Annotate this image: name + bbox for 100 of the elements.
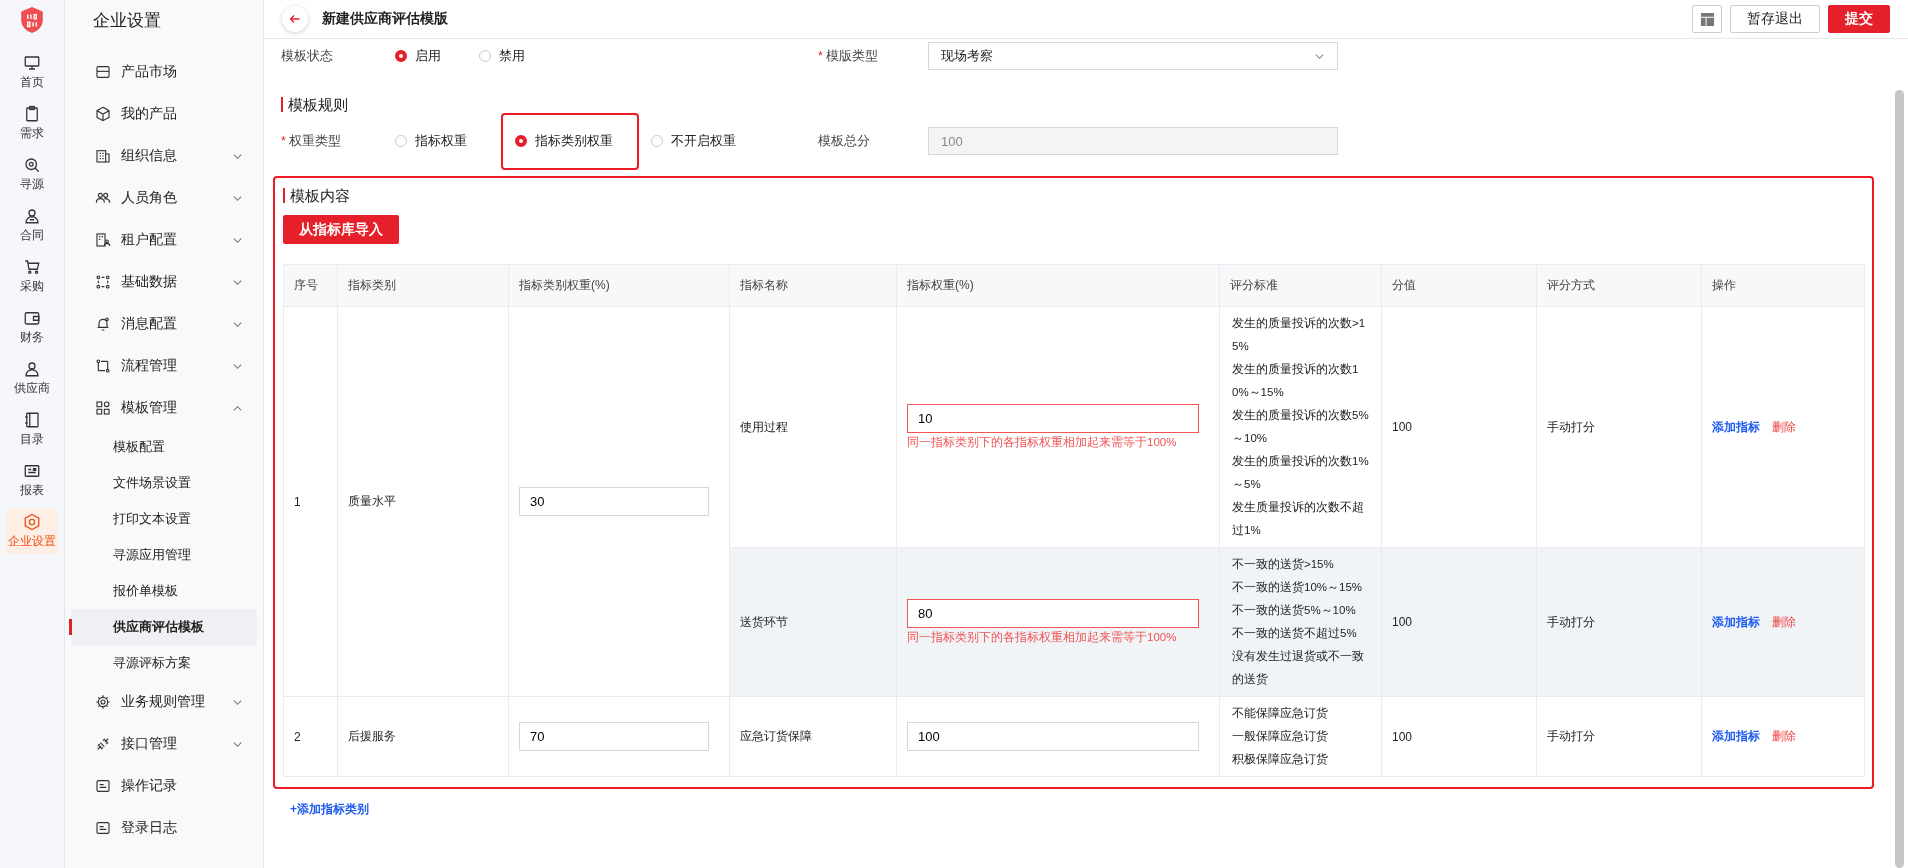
sidebar-subitem[interactable]: 寻源评标方案: [71, 645, 257, 681]
column-header: 评分标准: [1219, 264, 1382, 307]
column-header: 序号: [283, 264, 338, 307]
import-button[interactable]: 从指标库导入: [283, 215, 399, 244]
sidebar-subitem[interactable]: 文件场景设置: [71, 465, 257, 501]
store-icon: [95, 64, 111, 80]
hexagon-icon: [23, 513, 41, 531]
column-header: 分值: [1381, 264, 1537, 307]
criterion-text: 积极保障应急订货: [1232, 752, 1329, 767]
person-icon: [23, 360, 41, 378]
add-category-link[interactable]: +添加指标类别: [290, 801, 369, 818]
rail-nav-item[interactable]: 财务: [6, 305, 58, 350]
back-button[interactable]: [282, 6, 308, 32]
monitor-icon: [23, 54, 41, 72]
table-cell: 1: [283, 306, 338, 697]
nodes-icon: [95, 274, 111, 290]
sidebar-item[interactable]: 业务规则管理: [71, 681, 257, 723]
rail-nav-item[interactable]: 供应商: [6, 356, 58, 401]
shield-logo-icon: [19, 6, 45, 34]
sidebar-subitem[interactable]: 报价单模板: [71, 573, 257, 609]
rail-nav-item[interactable]: 需求: [6, 101, 58, 146]
criterion-text: 一般保障应急订货: [1232, 729, 1329, 744]
field-label: 模版类型: [826, 48, 879, 63]
column-header: 指标类别权重(%): [508, 264, 730, 307]
rail-nav-item[interactable]: 首页: [6, 50, 58, 95]
sidebar-item[interactable]: 租户配置: [71, 219, 257, 261]
scrollbar-thumb[interactable]: [1895, 90, 1904, 868]
indicator-weight-field[interactable]: 100: [907, 722, 1199, 751]
category-weight-field[interactable]: 30: [519, 487, 709, 516]
criterion-text: 发生的质量投诉的次数10%～15%: [1232, 362, 1360, 400]
sidebar-item[interactable]: 流程管理: [71, 345, 257, 387]
sidebar-item[interactable]: 组织信息: [71, 135, 257, 177]
required-mark: *: [281, 133, 286, 148]
template-type-select[interactable]: 现场考察: [928, 42, 1338, 70]
radio-option[interactable]: 指标权重: [391, 124, 479, 158]
delete-link[interactable]: 删除: [1772, 613, 1796, 631]
sidebar-subitem[interactable]: 打印文本设置: [71, 501, 257, 537]
table-cell: 100: [1381, 306, 1537, 548]
back-arrow-icon: [288, 12, 302, 26]
column-header: 指标权重(%): [896, 264, 1220, 307]
indicator-weight-field[interactable]: 10: [907, 404, 1199, 433]
rail-nav-item[interactable]: 目录: [6, 407, 58, 452]
sidebar-subitem[interactable]: 寻源应用管理: [71, 537, 257, 573]
flow-icon: [95, 358, 111, 374]
criterion-text: 发生的质量投诉的次数5%～10%: [1232, 408, 1369, 446]
radio-option[interactable]: 不开启权重: [647, 124, 748, 158]
notebook-icon: [23, 411, 41, 429]
delete-link[interactable]: 删除: [1772, 418, 1796, 436]
table-cell: 手动打分: [1536, 696, 1702, 777]
table-cell: 手动打分: [1536, 306, 1702, 548]
plug-icon: [95, 736, 111, 752]
rail-nav-item[interactable]: 报表: [6, 458, 58, 503]
sidebar-item[interactable]: 我的产品: [71, 93, 257, 135]
table-cell: 应急订货保障: [729, 696, 897, 777]
bell-icon: [95, 316, 111, 332]
table-cell: 手动打分: [1536, 547, 1702, 697]
page-title: 新建供应商评估模版: [322, 10, 448, 28]
table-cell: 送货环节: [729, 547, 897, 697]
indicator-weight-field[interactable]: 80: [907, 599, 1199, 628]
sidebar-subitem[interactable]: 供应商评估模板: [71, 609, 257, 645]
radio-option[interactable]: 启用: [391, 39, 453, 73]
submit-button[interactable]: 提交: [1828, 5, 1890, 33]
save-exit-button[interactable]: 暂存退出: [1730, 5, 1820, 33]
sidebar-item[interactable]: 登录日志: [71, 807, 257, 849]
sidebar-item[interactable]: 接口管理: [71, 723, 257, 765]
radio-option[interactable]: 指标类别权重: [501, 112, 639, 170]
error-message: 同一指标类别下的各指标权重相加起来需等于100%: [907, 435, 1178, 450]
add-indicator-link[interactable]: 添加指标: [1712, 418, 1760, 436]
sidebar-item[interactable]: 消息配置: [71, 303, 257, 345]
required-mark: *: [818, 48, 823, 63]
sidebar-item[interactable]: 操作记录: [71, 765, 257, 807]
rail-nav-item[interactable]: 合同: [6, 203, 58, 248]
sidebar-item[interactable]: 产品市场: [71, 51, 257, 93]
delete-link[interactable]: 删除: [1772, 728, 1796, 745]
wallet-icon: [23, 309, 41, 327]
sidebar-item[interactable]: 模板管理: [71, 387, 257, 429]
add-indicator-link[interactable]: 添加指标: [1712, 613, 1760, 631]
rail-nav-item[interactable]: 采购: [6, 254, 58, 299]
rail-nav-item[interactable]: 寻源: [6, 152, 58, 197]
error-message: 同一指标类别下的各指标权重相加起来需等于100%: [907, 630, 1178, 645]
table-cell: 2: [283, 696, 338, 777]
add-indicator-link[interactable]: 添加指标: [1712, 728, 1760, 745]
sidebar-item[interactable]: 人员角色: [71, 177, 257, 219]
sidebar-title: 企业设置: [92, 10, 162, 32]
sidebar-item[interactable]: 基础数据: [71, 261, 257, 303]
field-label: 权重类型: [289, 133, 342, 148]
table-cell: 后援服务: [337, 696, 509, 777]
building-person-icon: [95, 232, 111, 248]
criterion-text: 没有发生过退货或不一致的送货: [1232, 649, 1365, 687]
criterion-text: 不一致的送货5%～10%: [1232, 603, 1357, 618]
criterion-text: 发生的质量投诉的次数1%～5%: [1232, 454, 1369, 492]
radio-option[interactable]: 禁用: [475, 39, 537, 73]
report-icon: [23, 462, 41, 480]
category-weight-field[interactable]: 70: [519, 722, 709, 751]
cart-icon: [23, 258, 41, 276]
table-cell: 100: [1381, 696, 1537, 777]
sidebar-subitem[interactable]: 模板配置: [71, 429, 257, 465]
layout-button[interactable]: [1692, 5, 1722, 33]
list-icon: [95, 778, 111, 794]
grid-icon: [95, 400, 111, 416]
